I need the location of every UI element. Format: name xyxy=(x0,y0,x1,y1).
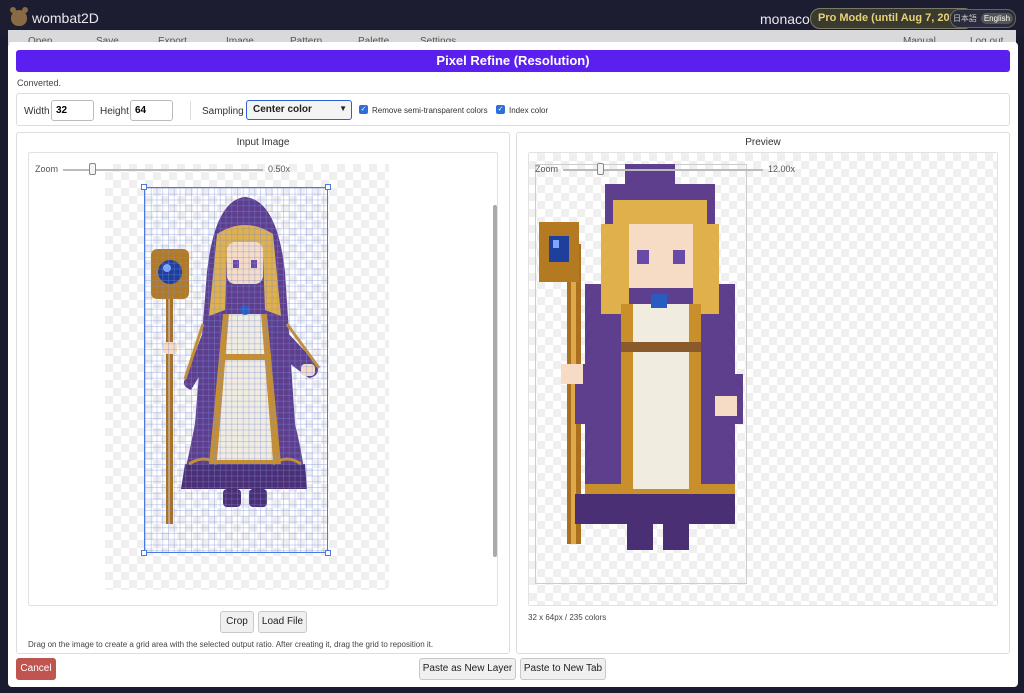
grid-handle-tl[interactable] xyxy=(141,184,147,190)
preview-dimensions-text: 32 x 64px / 235 colors xyxy=(528,613,607,622)
input-zoom-label: Zoom xyxy=(35,164,59,174)
index-color-label[interactable]: Index color xyxy=(509,106,548,115)
status-text: Converted. xyxy=(17,78,62,88)
width-label: Width xyxy=(24,106,50,117)
input-hint-text: Drag on the image to create a grid area … xyxy=(28,640,434,649)
preview-panel-title: Preview xyxy=(745,137,781,148)
app-title: wombat2D xyxy=(32,10,99,26)
lang-en[interactable]: English xyxy=(980,13,1014,24)
lang-ja[interactable]: 日本語 xyxy=(953,13,977,24)
grid-area-overlay[interactable] xyxy=(144,187,328,553)
cancel-button[interactable]: Cancel xyxy=(16,658,56,680)
preview-zoom-slider[interactable] xyxy=(563,169,763,171)
remove-semi-transparent-label[interactable]: Remove semi-transparent colors xyxy=(372,106,488,115)
language-switch[interactable]: 日本語 English xyxy=(950,9,1016,28)
load-file-button[interactable]: Load File xyxy=(258,611,307,633)
input-image-panel: Input Image Zoom 0.50x Crop Load File Dr… xyxy=(16,132,510,654)
pixel-refine-dialog: Pixel Refine (Resolution) Converted. Wid… xyxy=(8,42,1018,687)
pro-mode-badge[interactable]: Pro Mode (until Aug 7, 2026) xyxy=(810,8,974,29)
grid-handle-tr[interactable] xyxy=(325,184,331,190)
paste-to-new-tab-button[interactable]: Paste to New Tab xyxy=(520,658,606,680)
index-color-checkbox[interactable]: ✓ xyxy=(496,105,505,114)
preview-panel: Preview Zoom 12.00x 32 x 64px / 235 colo… xyxy=(516,132,1010,654)
preview-zoom-slider-knob[interactable] xyxy=(597,163,604,175)
sampling-value: Center color xyxy=(253,104,312,115)
height-label: Height xyxy=(100,106,129,117)
input-zoom-slider-knob[interactable] xyxy=(89,163,96,175)
crop-button[interactable]: Crop xyxy=(220,611,254,633)
grid-handle-br[interactable] xyxy=(325,550,331,556)
height-input[interactable] xyxy=(130,100,173,121)
wombat-logo-icon xyxy=(10,7,28,26)
paste-as-new-layer-button[interactable]: Paste as New Layer xyxy=(419,658,516,680)
chevron-down-icon: ▼ xyxy=(339,104,347,113)
input-panel-title: Input Image xyxy=(236,137,290,148)
settings-bar: Width Height Sampling Center color ▼ ✓ R… xyxy=(16,93,1010,126)
sampling-label: Sampling xyxy=(202,106,244,117)
input-zoom-value: 0.50x xyxy=(268,164,291,174)
width-input[interactable] xyxy=(51,100,94,121)
preview-zoom-label: Zoom xyxy=(535,164,559,174)
preview-zoom-value: 12.00x xyxy=(768,164,796,174)
preview-canvas-area[interactable]: Zoom 12.00x xyxy=(528,152,998,606)
input-scrollbar[interactable] xyxy=(493,205,497,557)
sampling-select[interactable]: Center color ▼ xyxy=(246,100,352,120)
preview-sprite-image xyxy=(539,164,743,550)
grid-handle-bl[interactable] xyxy=(141,550,147,556)
input-canvas-area[interactable]: Zoom 0.50x xyxy=(28,152,498,606)
divider xyxy=(190,101,191,120)
dialog-title: Pixel Refine (Resolution) xyxy=(16,50,1010,72)
remove-semi-transparent-checkbox[interactable]: ✓ xyxy=(359,105,368,114)
user-name[interactable]: monaco xyxy=(760,11,810,27)
